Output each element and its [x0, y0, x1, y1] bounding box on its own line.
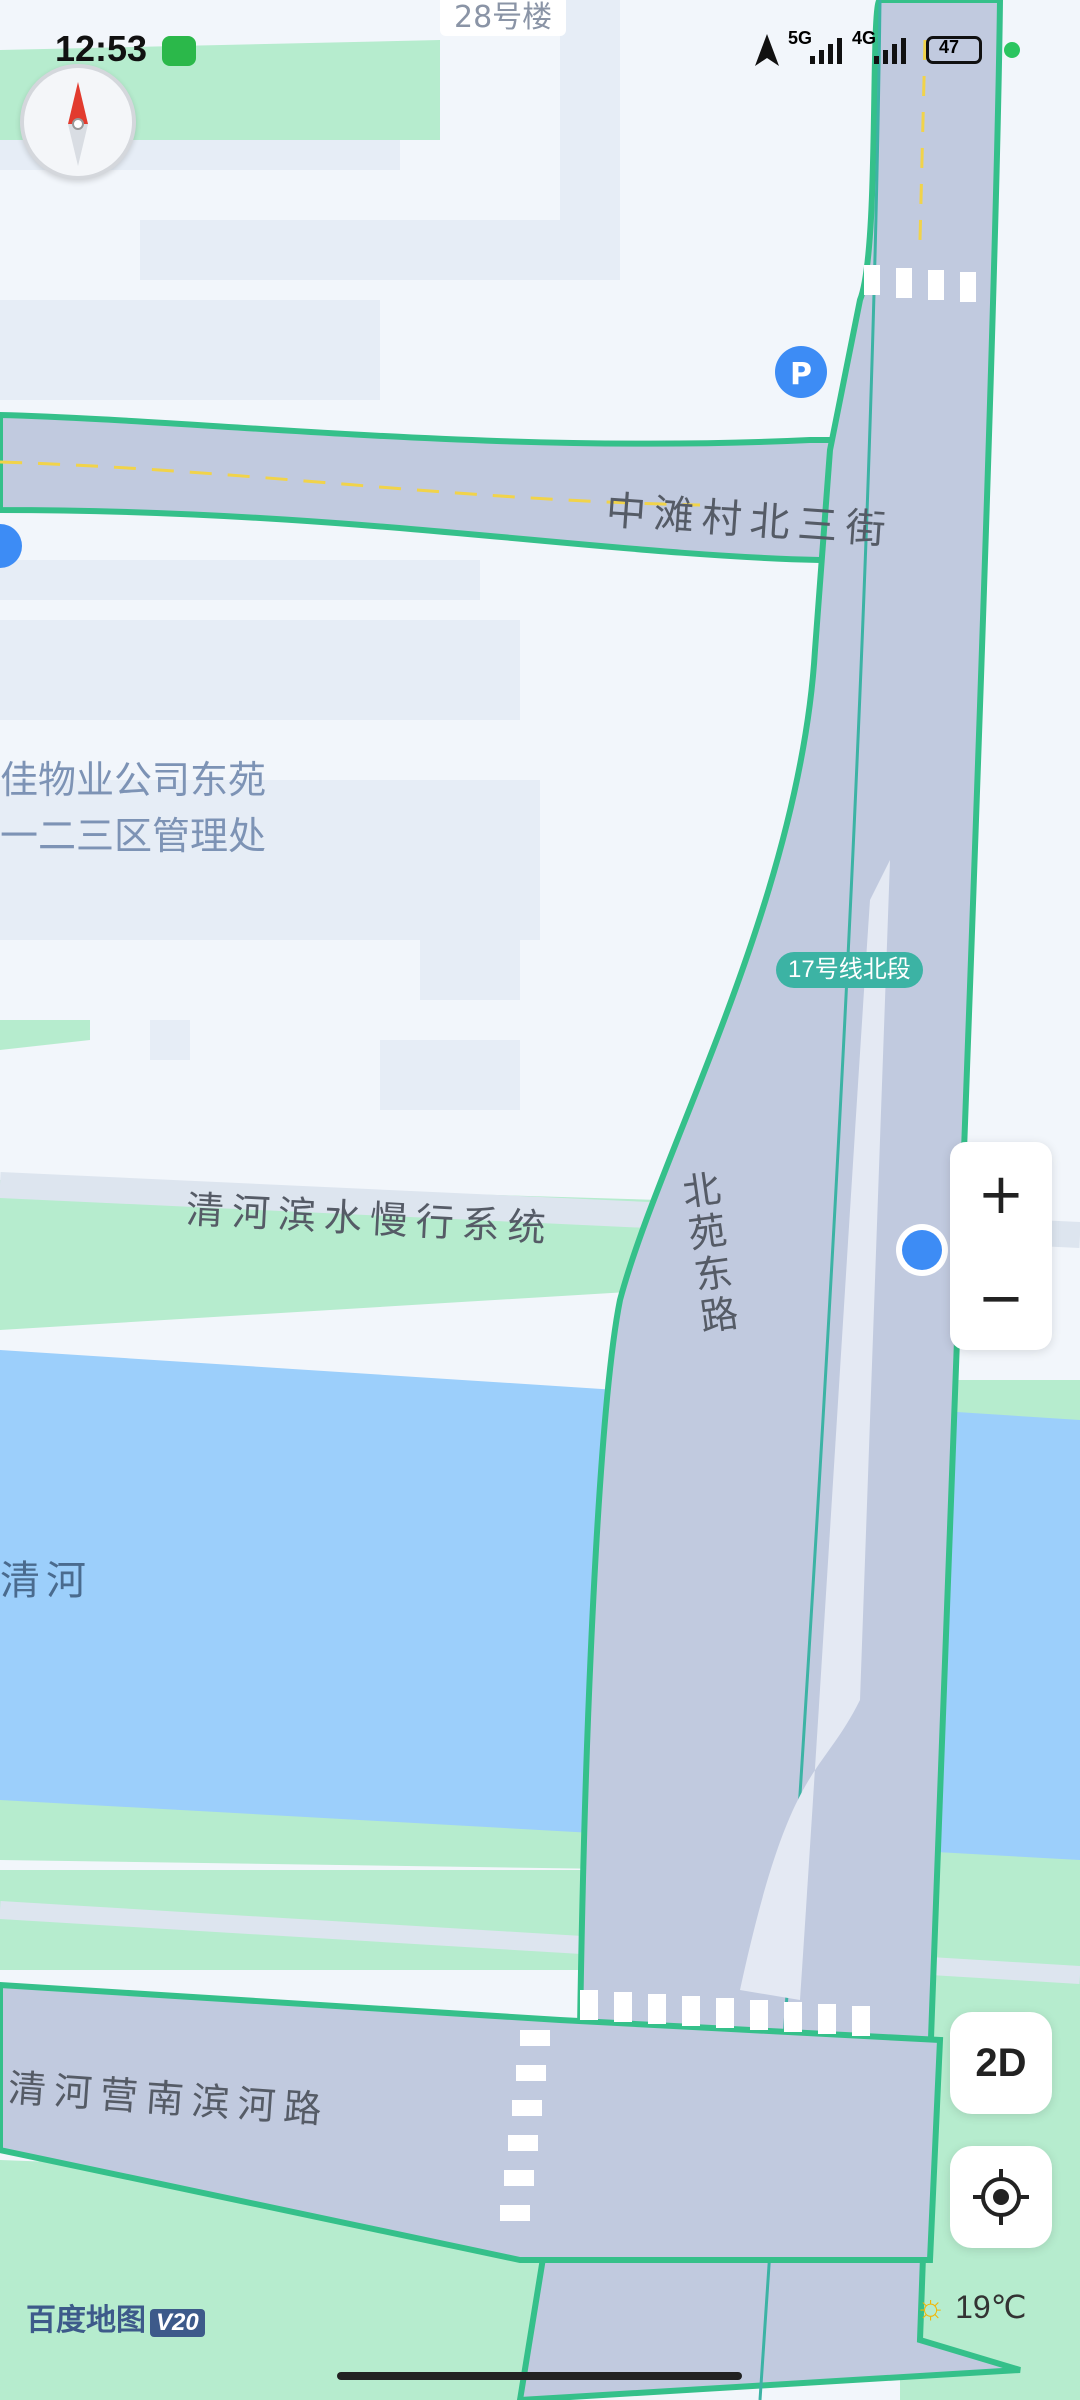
- zoom-out-button[interactable]: −: [950, 1246, 1052, 1350]
- locate-button[interactable]: [950, 2146, 1052, 2248]
- signal-icon: [810, 38, 842, 64]
- battery-level: 47: [939, 37, 960, 57]
- baidu-map-logo: 百度地图 V20: [26, 2295, 205, 2339]
- logo-version: V20: [150, 2309, 205, 2337]
- river-label: 清河: [0, 1558, 92, 1604]
- wechat-icon: [162, 36, 196, 66]
- current-location-marker[interactable]: [896, 1224, 948, 1276]
- parking-icon[interactable]: P: [775, 346, 827, 398]
- logo-text: 百度地图: [26, 2304, 146, 2337]
- locate-icon: [973, 2169, 1029, 2225]
- weather-sun-icon: ☼: [915, 2288, 947, 2326]
- battery-icon: 47: [926, 36, 982, 64]
- temperature-text: 19℃: [955, 2289, 1027, 2325]
- network-5g-label: 5G: [788, 28, 813, 48]
- status-bar: 12:53 5G 4G 47: [0, 28, 1080, 78]
- network-4g-label: 4G: [852, 28, 877, 48]
- home-indicator[interactable]: [337, 2372, 742, 2380]
- navigation-arrow-icon: [755, 34, 779, 66]
- poi-label-line-1[interactable]: 佳物业公司东苑: [0, 752, 266, 808]
- compass-button[interactable]: [20, 64, 136, 180]
- metro-line-badge[interactable]: 17号线北段: [776, 952, 923, 988]
- svg-text:P: P: [790, 357, 812, 392]
- zoom-in-button[interactable]: +: [950, 1142, 1052, 1246]
- view-mode-button[interactable]: 2D: [950, 2012, 1052, 2114]
- compass-icon: [68, 82, 88, 166]
- privacy-dot-icon: [1004, 42, 1020, 58]
- signal-icon-2: [874, 38, 906, 64]
- zoom-controls: + −: [950, 1142, 1052, 1350]
- poi-label-line-2[interactable]: 一二三区管理处: [0, 808, 266, 864]
- weather-widget[interactable]: ☼ 19℃: [915, 2288, 1027, 2327]
